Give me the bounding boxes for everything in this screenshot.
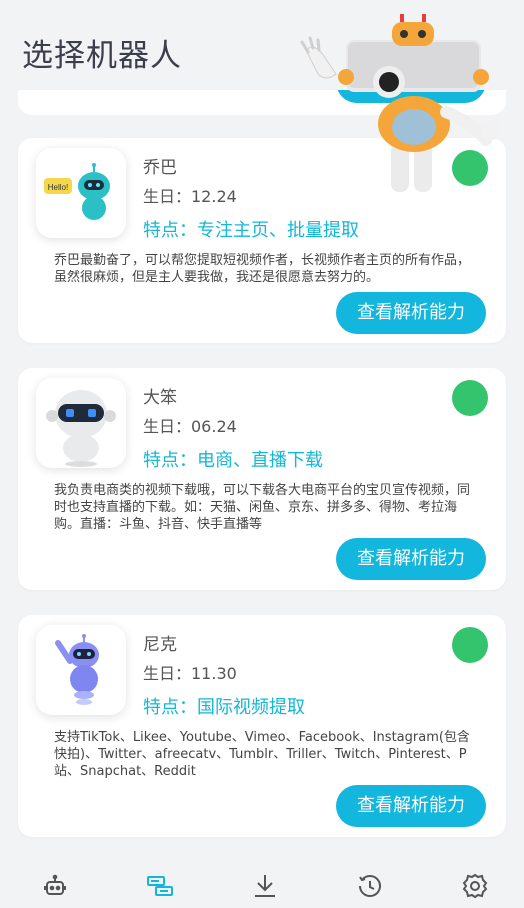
robot-feature: 特点：专注主页、批量提取 (143, 220, 359, 241)
robot-birthday: 生日：06.24 (143, 417, 237, 436)
robot-birthday: 生日：12.24 (143, 187, 237, 206)
robot-avatar (36, 625, 126, 715)
bottom-tab-bar (0, 858, 524, 908)
svg-text:Hello!: Hello! (48, 183, 68, 192)
tab-robot[interactable] (35, 868, 75, 904)
robot-avatar (36, 378, 126, 468)
status-dot (452, 380, 488, 416)
robot-feature: 特点：电商、直播下载 (143, 450, 323, 471)
robot-card[interactable]: 大笨 生日：06.24 特点：电商、直播下载 我负责电商类的视频下载哦，可以下载… (18, 368, 506, 590)
robot-avatar: Hello! (36, 148, 126, 238)
view-capability-button[interactable]: 查看解析能力 (336, 785, 486, 827)
view-capability-button[interactable]: 查看解析能力 (336, 538, 486, 580)
robot-description: 乔巴最勤奋了，可以帮您提取短视频作者，长视频作者主页的所有作品，虽然很麻烦，但是… (54, 253, 471, 285)
robot-name: 乔巴 (143, 158, 177, 178)
tab-parse[interactable] (140, 868, 180, 904)
download-icon (255, 875, 275, 897)
robot-feature: 特点：国际视频提取 (143, 697, 305, 718)
robot-birthday: 生日：11.30 (143, 664, 237, 683)
tab-history[interactable] (350, 868, 390, 904)
robot-icon (44, 874, 66, 895)
view-capability-button[interactable]: 查看解析能力 (336, 292, 486, 334)
status-dot (452, 627, 488, 663)
page-title: 选择机器人 (22, 38, 182, 74)
mascot-robot-image (300, 14, 501, 192)
tab-settings[interactable] (455, 868, 495, 904)
gear-icon (462, 873, 488, 899)
robot-description: 支持TikTok、Likee、Youtube、Vimeo、Facebook、In… (54, 730, 470, 779)
parse-icon (147, 876, 173, 896)
robot-name: 大笨 (143, 388, 177, 408)
robot-card[interactable]: 尼克 生日：11.30 特点：国际视频提取 支持TikTok、Likee、You… (18, 615, 506, 837)
history-icon (359, 875, 381, 897)
robot-name: 尼克 (143, 635, 177, 655)
tab-download[interactable] (245, 868, 285, 904)
robot-description: 我负责电商类的视频下载哦，可以下载各大电商平台的宝贝宣传视频，同时也支持直播的下… (54, 483, 471, 532)
